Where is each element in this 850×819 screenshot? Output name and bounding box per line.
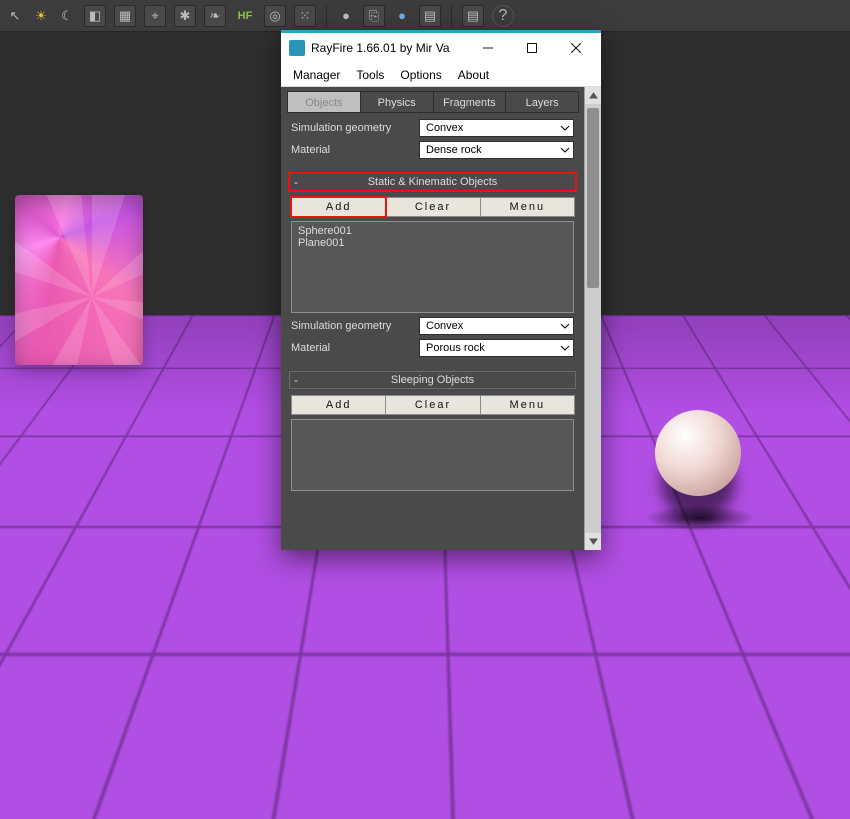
sleeping-object-list[interactable] xyxy=(291,419,574,491)
chevron-down-icon xyxy=(560,344,570,352)
tab-objects[interactable]: Objects xyxy=(287,91,361,113)
grid-icon[interactable]: ▦ xyxy=(114,5,136,27)
scrollbar-thumb[interactable] xyxy=(587,108,599,288)
caret-down-icon xyxy=(589,538,598,545)
static-add-button[interactable]: Add xyxy=(291,197,386,217)
fractured-box xyxy=(15,195,143,365)
close-button[interactable] xyxy=(557,34,595,62)
menubar: Manager Tools Options About xyxy=(281,63,601,87)
leaf-icon[interactable]: ❧ xyxy=(204,5,226,27)
group-title: Static & Kinematic Objects xyxy=(368,176,498,188)
chevron-down-icon xyxy=(560,322,570,330)
static-material-select[interactable]: Porous rock xyxy=(419,339,574,357)
sim-geometry-select[interactable]: Convex xyxy=(419,119,574,137)
group-sleeping[interactable]: - Sleeping Objects xyxy=(289,371,576,389)
noise-icon[interactable]: ⁙ xyxy=(294,5,316,27)
panel-tabs: Objects Physics Fragments Layers xyxy=(287,91,578,113)
group-static-kinematic[interactable]: - Static & Kinematic Objects xyxy=(289,173,576,191)
sleeping-add-button[interactable]: Add xyxy=(291,395,386,415)
cursor-icon[interactable]: ↖ xyxy=(6,5,24,27)
material-label: Material xyxy=(291,144,411,156)
minimize-button[interactable] xyxy=(469,34,507,62)
sphere-shadow xyxy=(645,505,755,531)
sun-icon[interactable]: ☀ xyxy=(32,5,50,27)
moon-icon[interactable]: ☾ xyxy=(58,5,76,27)
static-material-label: Material xyxy=(291,342,411,354)
toolbar-separator xyxy=(451,5,452,27)
script-icon[interactable]: ▤ xyxy=(462,5,484,27)
sleeping-menu-button[interactable]: Menu xyxy=(480,395,575,415)
vertical-scrollbar[interactable] xyxy=(584,87,601,550)
menu-tools[interactable]: Tools xyxy=(356,68,384,82)
help-icon[interactable]: ? xyxy=(492,5,514,27)
sleeping-clear-button[interactable]: Clear xyxy=(385,395,480,415)
minimize-icon xyxy=(483,43,493,53)
sphere-object xyxy=(655,410,741,496)
window-icon[interactable]: ▤ xyxy=(419,5,441,27)
tab-physics[interactable]: Physics xyxy=(360,91,434,113)
static-sim-geometry-value: Convex xyxy=(426,320,463,332)
chevron-down-icon xyxy=(560,124,570,132)
scroll-down-button[interactable] xyxy=(585,533,601,550)
menu-about[interactable]: About xyxy=(458,68,489,82)
chevron-down-icon xyxy=(560,146,570,154)
cube-icon[interactable]: ◧ xyxy=(84,5,106,27)
hf-label-icon[interactable]: HF xyxy=(234,5,256,27)
sim-geometry-value: Convex xyxy=(426,122,463,134)
collapse-icon[interactable]: - xyxy=(294,175,298,189)
window-title: RayFire 1.66.01 by Mir Va xyxy=(311,41,450,55)
static-sim-geometry-label: Simulation geometry xyxy=(291,320,411,332)
static-sim-geometry-select[interactable]: Convex xyxy=(419,317,574,335)
static-menu-button[interactable]: Menu xyxy=(480,197,575,217)
rayfire-dialog: RayFire 1.66.01 by Mir Va Manager Tools … xyxy=(281,30,601,550)
static-material-value: Porous rock xyxy=(426,342,485,354)
toolbar-separator xyxy=(326,5,327,27)
sim-geometry-label: Simulation geometry xyxy=(291,122,411,134)
close-icon xyxy=(571,43,581,53)
menu-options[interactable]: Options xyxy=(400,68,441,82)
menu-manager[interactable]: Manager xyxy=(293,68,340,82)
tab-layers[interactable]: Layers xyxy=(505,91,579,113)
target-icon[interactable]: ◎ xyxy=(264,5,286,27)
link-icon[interactable]: ⎘ xyxy=(363,5,385,27)
snap-icon[interactable]: ⌖ xyxy=(144,5,166,27)
gear-icon[interactable]: ✱ xyxy=(174,5,196,27)
material-value: Dense rock xyxy=(426,144,482,156)
collapse-icon[interactable]: - xyxy=(294,373,298,387)
maximize-icon xyxy=(527,43,537,53)
blue-sphere-icon[interactable]: ● xyxy=(393,5,411,27)
material-select[interactable]: Dense rock xyxy=(419,141,574,159)
tab-fragments[interactable]: Fragments xyxy=(433,91,507,113)
static-clear-button[interactable]: Clear xyxy=(385,197,480,217)
host-toolbar: ↖ ☀ ☾ ◧ ▦ ⌖ ✱ ❧ HF ◎ ⁙ ● ⎘ ● ▤ ▤ ? xyxy=(0,0,850,32)
maximize-button[interactable] xyxy=(513,34,551,62)
static-object-list[interactable]: Sphere001 Plane001 xyxy=(291,221,574,313)
scroll-up-button[interactable] xyxy=(585,87,601,104)
caret-up-icon xyxy=(589,92,598,99)
panel-scroll-area: Objects Physics Fragments Layers Simulat… xyxy=(281,87,584,550)
titlebar[interactable]: RayFire 1.66.01 by Mir Va xyxy=(281,33,601,63)
shaded-sphere-icon[interactable]: ● xyxy=(337,5,355,27)
group-title: Sleeping Objects xyxy=(391,374,474,386)
scrollbar-track[interactable] xyxy=(585,104,601,533)
app-icon xyxy=(289,40,305,56)
